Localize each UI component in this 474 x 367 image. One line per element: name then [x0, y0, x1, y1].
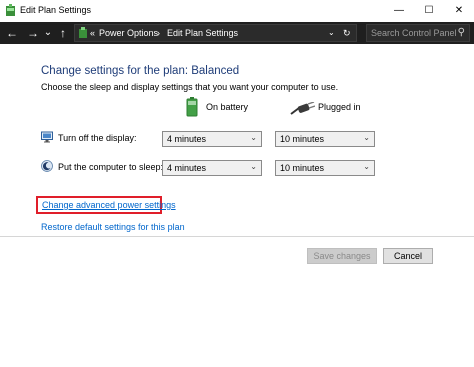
refresh-icon[interactable]: ↻ — [343, 28, 351, 39]
address-bar[interactable]: « Power Options › Edit Plan Settings ⌄ ↻ — [74, 24, 357, 42]
maximize-button[interactable]: ☐ — [414, 0, 444, 22]
page-heading: Change settings for the plan: Balanced — [41, 65, 240, 77]
main-content: Change settings for the plan: Balanced C… — [0, 44, 474, 367]
select-value: 10 minutes — [280, 163, 325, 173]
display-plugged-in-select[interactable]: 10 minutes ⌄ — [275, 131, 375, 147]
select-value: 4 minutes — [167, 163, 207, 173]
power-options-app-icon — [6, 4, 15, 16]
search-input[interactable]: Search Control Panel — [371, 28, 457, 38]
sleep-moon-icon — [41, 160, 53, 172]
breadcrumb-power-options[interactable]: Power Options — [99, 28, 158, 38]
sleep-on-battery-select[interactable]: 4 minutes ⌄ — [162, 160, 262, 176]
turn-off-display-label: Turn off the display: — [58, 133, 137, 143]
power-options-location-icon — [79, 27, 87, 38]
navigation-bar: ← → ⌄ ↑ « Power Options › Edit Plan Sett… — [0, 22, 474, 44]
page-subheading: Choose the sleep and display settings th… — [41, 82, 339, 92]
chevron-down-icon: ⌄ — [250, 162, 257, 171]
cancel-button[interactable]: Cancel — [383, 248, 433, 264]
select-value: 4 minutes — [167, 134, 207, 144]
breadcrumb-edit-plan-settings[interactable]: Edit Plan Settings — [167, 28, 238, 38]
display-icon — [41, 131, 53, 143]
plugged-in-header: Plugged in — [318, 102, 361, 112]
save-changes-button[interactable]: Save changes — [307, 248, 377, 264]
chevron-down-icon: ⌄ — [250, 133, 257, 142]
up-icon[interactable]: ↑ — [57, 25, 69, 41]
breadcrumb-separator-icon: › — [157, 28, 160, 38]
minimize-button[interactable]: — — [384, 0, 414, 22]
plug-icon — [290, 102, 315, 115]
forward-icon[interactable]: → — [26, 25, 40, 41]
on-battery-header: On battery — [206, 102, 249, 112]
close-button[interactable]: ✕ — [444, 0, 474, 22]
battery-icon — [186, 97, 198, 117]
sleep-plugged-in-select[interactable]: 10 minutes ⌄ — [275, 160, 375, 176]
window-title: Edit Plan Settings — [20, 5, 92, 15]
back-icon[interactable]: ← — [5, 25, 19, 41]
title-bar: Edit Plan Settings — ☐ ✕ — [0, 0, 474, 22]
divider — [0, 236, 474, 237]
search-box[interactable]: Search Control Panel ⚲ — [366, 24, 470, 42]
computer-sleep-label: Put the computer to sleep: — [58, 162, 164, 172]
chevron-down-icon: ⌄ — [363, 133, 370, 142]
display-on-battery-select[interactable]: 4 minutes ⌄ — [162, 131, 262, 147]
chevron-down-icon: ⌄ — [363, 162, 370, 171]
breadcrumb-overflow-icon[interactable]: « — [90, 28, 95, 38]
search-icon[interactable]: ⚲ — [458, 27, 465, 38]
address-dropdown-icon[interactable]: ⌄ — [328, 28, 335, 37]
change-advanced-power-settings-link[interactable]: Change advanced power settings — [42, 200, 176, 210]
select-value: 10 minutes — [280, 134, 325, 144]
recent-locations-icon[interactable]: ⌄ — [43, 25, 53, 41]
restore-default-settings-link[interactable]: Restore default settings for this plan — [41, 222, 185, 232]
